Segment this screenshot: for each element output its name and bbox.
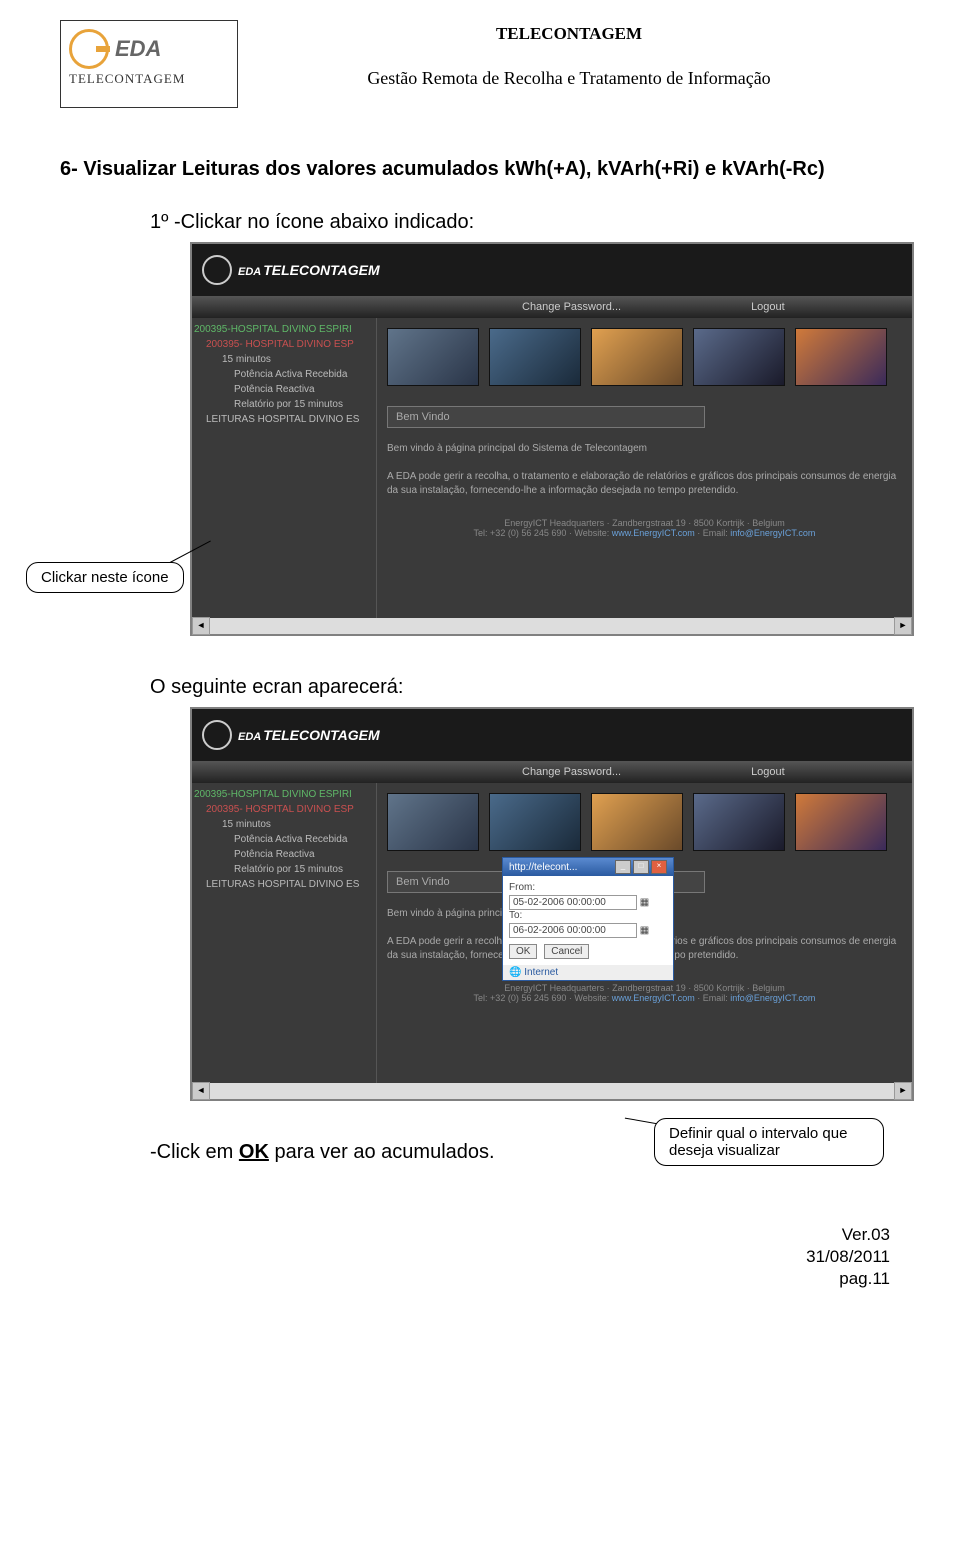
ok-text: OK [239,1141,269,1163]
scrollbar[interactable]: ◄ ► [192,1083,912,1099]
screenshot-2: EDATELECONTAGEM Change Password... Logou… [190,707,914,1101]
min-button[interactable]: _ [615,860,631,874]
date-range-dialog: http://telecont... _ □ × From: 05-02-200… [502,857,674,981]
dialog-title: http://telecont... [509,862,577,873]
scroll-left-icon[interactable]: ◄ [192,1082,210,1100]
callout-click-icon: Clickar neste ícone [26,562,184,593]
menu-change-password[interactable]: Change Password... [522,766,621,778]
brand-name: EDA [115,36,161,62]
thumbnail-row [387,793,902,851]
tree-node[interactable]: 15 minutos [194,817,374,832]
app-logo-icon [202,720,232,750]
tree-leaf[interactable]: Potência Activa Recebida [194,832,374,847]
callout-define-interval: Definir qual o intervalo que deseja visu… [654,1118,884,1166]
status-text: Internet [524,967,558,978]
tree-root[interactable]: 200395-HOSPITAL DIVINO ESPIRI [194,787,374,802]
tree-node[interactable]: 200395- HOSPITAL DIVINO ESP [194,802,374,817]
tree-root[interactable]: 200395-HOSPITAL DIVINO ESPIRI [194,322,374,337]
footer-version: Ver.03 [60,1224,890,1246]
step1-text: 1º -Clickar no ícone abaixo indicado: [150,211,870,234]
menu-logout[interactable]: Logout [751,301,785,313]
globe-icon: 🌐 [509,967,521,978]
tree-leaf[interactable]: Potência Reactiva [194,847,374,862]
screenshot-footer: EnergyICT Headquarters · Zandbergstraat … [387,512,902,544]
thumbnail-icon [795,793,887,851]
tree-leaf[interactable]: Relatório por 15 minutos [194,862,374,877]
brand-logo-box: EDA TELECONTAGEM [60,20,238,108]
to-label: To: [509,910,667,921]
thumbnail-icon [693,328,785,386]
footer-addr: EnergyICT Headquarters · Zandbergstraat … [387,518,902,528]
thumbnail-icon [489,328,581,386]
section-title: 6- Visualizar Leituras dos valores acumu… [60,158,900,181]
footer-website-link[interactable]: www.EnergyICT.com [612,528,695,538]
menu-logout[interactable]: Logout [751,766,785,778]
ok-button[interactable]: OK [509,944,537,959]
cancel-button[interactable]: Cancel [544,944,589,959]
tree-leaf[interactable]: Potência Activa Recebida [194,367,374,382]
welcome-box: Bem Vindo [387,406,705,428]
scrollbar[interactable]: ◄ ► [192,618,912,634]
header-line1: TELECONTAGEM [238,24,900,44]
nav-tree[interactable]: 200395-HOSPITAL DIVINO ESPIRI 200395- HO… [192,783,377,1083]
scroll-right-icon[interactable]: ► [894,1082,912,1100]
close-button[interactable]: × [651,860,667,874]
brand-subtitle: TELECONTAGEM [69,71,229,87]
from-label: From: [509,882,667,893]
thumbnail-icon [387,793,479,851]
thumbnail-row [387,328,902,386]
screenshot-footer: EnergyICT Headquarters · Zandbergstraat … [387,977,902,1009]
welcome-desc: A EDA pode gerir a recolha, o tratamento… [387,470,902,498]
page-header: EDA TELECONTAGEM TELECONTAGEM Gestão Rem… [60,20,900,108]
from-input[interactable]: 05-02-2006 00:00:00 [509,895,637,910]
scroll-left-icon[interactable]: ◄ [192,617,210,635]
app-brand: TELECONTAGEM [263,262,379,278]
tree-target-leituras[interactable]: LEITURAS HOSPITAL DIVINO ES [194,877,374,892]
footer-page: pag.11 [60,1268,890,1290]
page-footer: Ver.03 31/08/2011 pag.11 [60,1224,900,1290]
footer-date: 31/08/2011 [60,1246,890,1268]
to-input[interactable]: 06-02-2006 00:00:00 [509,923,637,938]
tree-target-leituras[interactable]: LEITURAS HOSPITAL DIVINO ES [194,412,374,427]
footer-addr: EnergyICT Headquarters · Zandbergstraat … [387,983,902,993]
tree-leaf[interactable]: Relatório por 15 minutos [194,397,374,412]
max-button[interactable]: □ [633,860,649,874]
nav-tree[interactable]: 200395-HOSPITAL DIVINO ESPIRI 200395- HO… [192,318,377,618]
tree-node[interactable]: 15 minutos [194,352,374,367]
thumbnail-icon [489,793,581,851]
screenshot-1: EDATELECONTAGEM Change Password... Logou… [190,242,914,636]
app-brand: TELECONTAGEM [263,727,379,743]
menu-change-password[interactable]: Change Password... [522,301,621,313]
thumbnail-icon [693,793,785,851]
scroll-right-icon[interactable]: ► [894,617,912,635]
tree-leaf[interactable]: Potência Reactiva [194,382,374,397]
thumbnail-icon [591,793,683,851]
footer-email-link[interactable]: info@EnergyICT.com [730,993,815,1003]
thumbnail-icon [591,328,683,386]
calendar-icon[interactable]: ▦ [640,897,649,908]
thumbnail-icon [387,328,479,386]
tree-node[interactable]: 200395- HOSPITAL DIVINO ESP [194,337,374,352]
logo-ring-icon [69,29,109,69]
step2-text: O seguinte ecran aparecerá: [150,676,870,699]
thumbnail-icon [795,328,887,386]
footer-website-link[interactable]: www.EnergyICT.com [612,993,695,1003]
calendar-icon[interactable]: ▦ [640,925,649,936]
welcome-line: Bem vindo à página principal do Sistema … [387,442,902,456]
header-line2: Gestão Remota de Recolha e Tratamento de… [238,68,900,89]
footer-email-link[interactable]: info@EnergyICT.com [730,528,815,538]
app-logo-icon [202,255,232,285]
